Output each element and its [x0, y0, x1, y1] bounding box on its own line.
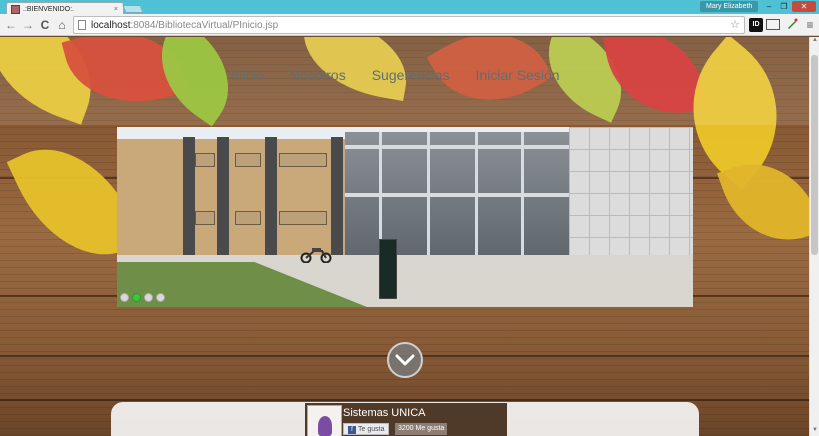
facebook-icon: f: [348, 426, 356, 434]
slide-window: [279, 211, 327, 225]
nav-link-sugerencias[interactable]: Sugerencias: [372, 67, 450, 83]
close-window-button[interactable]: ✕: [792, 1, 816, 12]
slide-pillar: [331, 137, 343, 259]
tab-close-icon[interactable]: ×: [114, 6, 118, 13]
top-navbar: Inicio Nosotros Sugerencias Iniciar Sesi…: [0, 37, 809, 125]
url-host: localhost: [91, 19, 131, 31]
slider-dot-3[interactable]: [144, 293, 153, 302]
page-viewport: Inicio Nosotros Sugerencias Iniciar Sesi…: [0, 37, 809, 436]
favicon-icon: [11, 4, 20, 14]
slide-sign: [379, 239, 397, 299]
nav-link-nosotros[interactable]: Nosotros: [290, 67, 346, 83]
facebook-like-button[interactable]: f Te gusta: [343, 423, 390, 435]
home-icon[interactable]: ⌂: [55, 18, 69, 32]
facebook-page-name[interactable]: Sistemas UNICA: [343, 407, 426, 419]
url-path: :8084/BibliotecaVirtual/PInicio.jsp: [130, 19, 279, 31]
slide-window: [235, 153, 261, 167]
bookmark-star-icon[interactable]: ☆: [730, 18, 740, 31]
slider-dot-2[interactable]: [132, 293, 141, 302]
scroll-down-button[interactable]: [387, 342, 423, 378]
scroll-down-arrow-icon[interactable]: ▼: [811, 427, 819, 435]
nav-link-iniciar-sesion[interactable]: Iniciar Sesión: [476, 67, 560, 83]
slide-band: [345, 145, 570, 149]
motorbike-image: [300, 248, 332, 263]
tab-title: .:BIENVENIDO:.: [23, 5, 74, 13]
facebook-page-avatar: [307, 405, 342, 436]
menu-icon[interactable]: ≡: [803, 18, 817, 32]
title-bar: .:BIENVENIDO:. × Mary Elizabeth – ❐ ✕: [0, 0, 819, 15]
back-icon[interactable]: ←: [4, 18, 18, 32]
slider-pagination: [120, 293, 165, 302]
wood-plank-seam: [0, 399, 809, 401]
slide-pillar: [265, 137, 277, 259]
forward-icon[interactable]: →: [21, 18, 35, 32]
maximize-button[interactable]: ❐: [777, 1, 791, 12]
scrollbar-thumb[interactable]: [811, 55, 818, 255]
browser-toolbar: ← → C ⌂ localhost:8084/BibliotecaVirtual…: [0, 14, 819, 36]
like-label: Te gusta: [358, 426, 385, 433]
slide-window: [279, 153, 327, 167]
vertical-scrollbar[interactable]: ▲ ▼: [809, 37, 819, 436]
slide-window: [195, 211, 215, 225]
scroll-up-arrow-icon[interactable]: ▲: [811, 37, 819, 45]
cast-icon[interactable]: [766, 19, 780, 30]
pen-extension-icon[interactable]: [785, 18, 799, 32]
avatar-figure: [318, 416, 332, 436]
extension-id-icon[interactable]: ID: [749, 18, 763, 32]
slide-pillar: [217, 137, 229, 259]
slide-window: [195, 153, 215, 167]
page-icon: [78, 20, 86, 30]
facebook-page-widget[interactable]: Sistemas UNICA f Te gusta 3200 Me gusta: [305, 403, 507, 436]
slide-band: [345, 193, 570, 197]
address-bar[interactable]: localhost:8084/BibliotecaVirtual/PInicio…: [73, 16, 745, 34]
facebook-like-count: 3200 Me gusta: [395, 423, 448, 435]
profile-badge[interactable]: Mary Elizabeth: [700, 1, 759, 12]
slide-tile-wall: [569, 127, 693, 255]
image-slider[interactable]: [117, 127, 693, 307]
nav-link-inicio[interactable]: Inicio: [231, 67, 264, 83]
chevron-down-icon: [395, 354, 415, 366]
minimize-button[interactable]: –: [762, 1, 776, 12]
slider-dot-1[interactable]: [120, 293, 129, 302]
reload-icon[interactable]: C: [38, 18, 52, 32]
slide-window: [235, 211, 261, 225]
slide-pillar: [183, 137, 195, 259]
main-menu: Inicio Nosotros Sugerencias Iniciar Sesi…: [231, 67, 560, 83]
slider-dot-4[interactable]: [156, 293, 165, 302]
new-tab-button[interactable]: [122, 5, 144, 13]
